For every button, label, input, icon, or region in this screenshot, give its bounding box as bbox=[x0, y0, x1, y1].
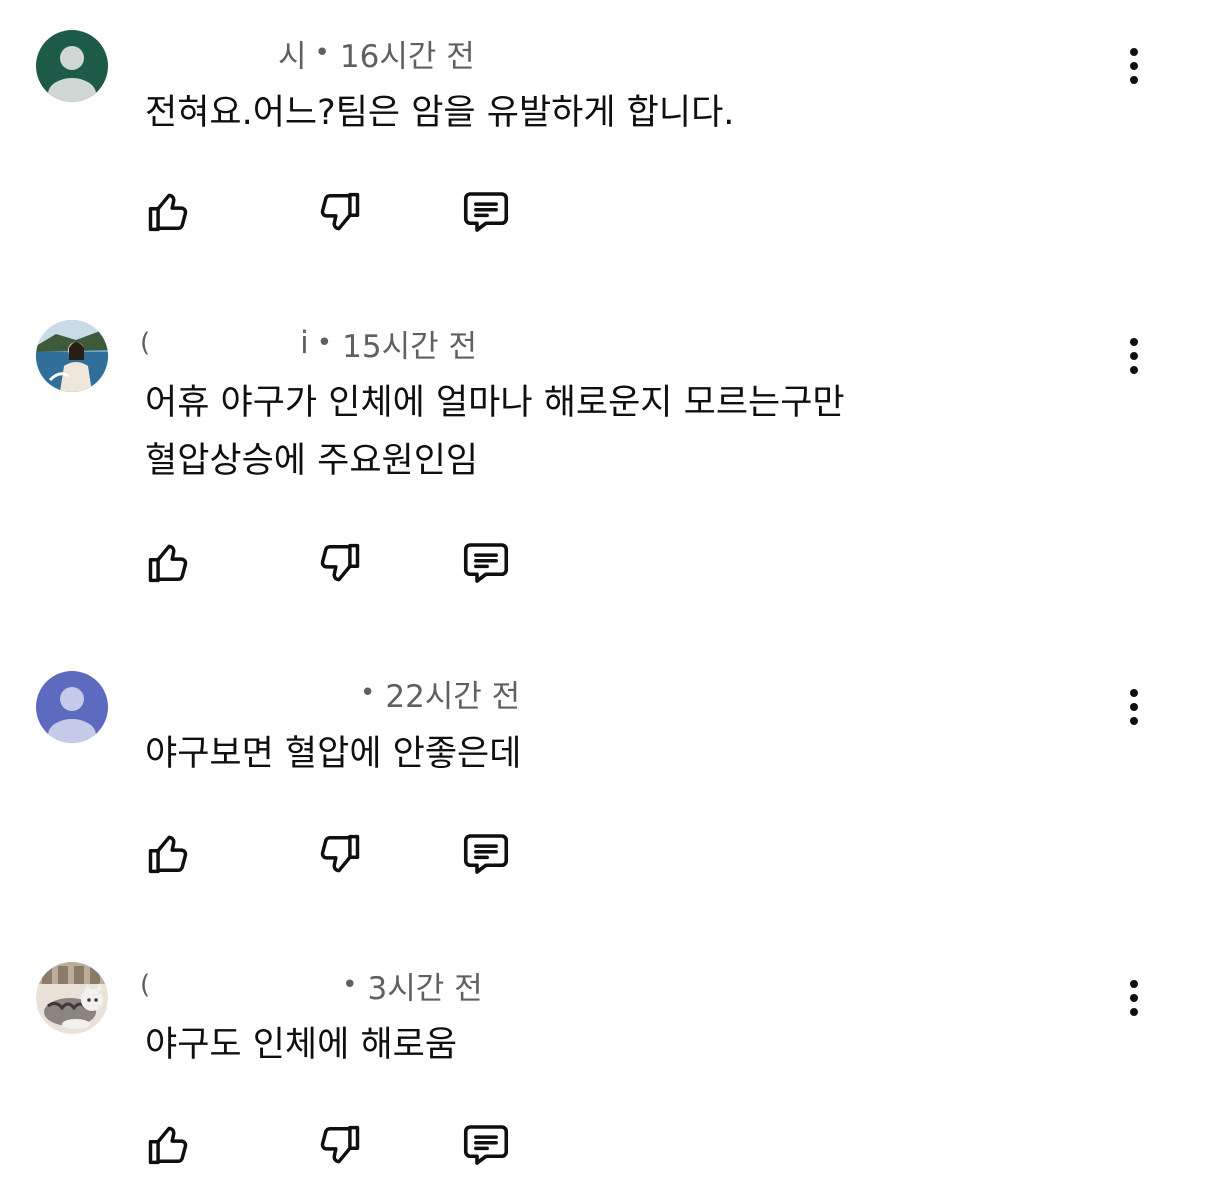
comment-actions bbox=[140, 824, 560, 884]
dislike-button[interactable] bbox=[308, 1115, 368, 1175]
author-name[interactable]: i bbox=[300, 325, 309, 361]
like-button[interactable] bbox=[140, 533, 200, 593]
comment-meta: 시 • 16시간 전 bbox=[140, 28, 475, 78]
more-vertical-icon bbox=[1130, 980, 1138, 988]
dot-separator: • bbox=[360, 678, 376, 708]
comment-text: 야구도 인체에 해로움 bbox=[145, 1016, 457, 1074]
dot-separator: • bbox=[316, 328, 333, 358]
thumbs-down-icon bbox=[320, 1125, 360, 1164]
dot-separator: • bbox=[342, 970, 358, 1000]
avatar[interactable] bbox=[36, 962, 108, 1034]
thumbs-down-icon bbox=[320, 192, 360, 231]
dislike-button[interactable] bbox=[308, 182, 368, 242]
comment-actions bbox=[140, 182, 560, 242]
reply-comment-icon bbox=[463, 834, 509, 874]
like-button[interactable] bbox=[140, 182, 200, 242]
reply-button[interactable] bbox=[456, 824, 516, 884]
thumbs-down-icon bbox=[320, 543, 360, 582]
more-vertical-icon bbox=[1130, 338, 1138, 346]
avatar[interactable] bbox=[36, 30, 108, 102]
comment-meta: • 22시간 전 bbox=[140, 668, 520, 718]
timestamp[interactable]: 22시간 전 bbox=[385, 671, 520, 716]
dislike-button[interactable] bbox=[308, 824, 368, 884]
more-options-button[interactable] bbox=[1112, 968, 1156, 1028]
dot-separator: • bbox=[314, 38, 330, 68]
reply-button[interactable] bbox=[456, 182, 516, 242]
comment-line: 어휴 야구가 인체에 얼마나 해로운지 모르는구만 bbox=[145, 383, 845, 423]
comment-actions bbox=[140, 1115, 560, 1175]
reply-button[interactable] bbox=[456, 1115, 516, 1175]
more-options-button[interactable] bbox=[1112, 677, 1156, 737]
comment-actions bbox=[140, 533, 560, 593]
more-vertical-icon bbox=[1130, 48, 1138, 56]
thumbs-up-icon bbox=[148, 1126, 188, 1165]
more-options-button[interactable] bbox=[1112, 36, 1156, 96]
avatar[interactable] bbox=[36, 671, 108, 743]
comment-text: 어휴 야구가 인체에 얼마나 해로운지 모르는구만 혈압상승에 주요원인임 bbox=[145, 374, 845, 490]
reply-comment-icon bbox=[463, 543, 509, 583]
author-name[interactable]: 시 bbox=[278, 31, 307, 76]
comment-meta: ( • 3시간 전 bbox=[140, 960, 483, 1010]
avatar[interactable] bbox=[36, 320, 108, 392]
like-button[interactable] bbox=[140, 1115, 200, 1175]
reply-comment-icon bbox=[463, 192, 509, 232]
thumbs-up-icon bbox=[148, 544, 188, 583]
thumbs-up-icon bbox=[148, 193, 188, 232]
comment-meta: ( i • 15시간 전 bbox=[140, 318, 477, 368]
timestamp[interactable]: 16시간 전 bbox=[340, 31, 475, 76]
comment-text: 야구보면 혈압에 안좋은데 bbox=[145, 725, 521, 783]
reply-button[interactable] bbox=[456, 533, 516, 593]
thumbs-up-icon bbox=[148, 835, 188, 874]
thumbs-down-icon bbox=[320, 834, 360, 873]
more-vertical-icon bbox=[1130, 689, 1138, 697]
reply-comment-icon bbox=[463, 1125, 509, 1165]
timestamp[interactable]: 15시간 전 bbox=[342, 321, 477, 366]
more-options-button[interactable] bbox=[1112, 326, 1156, 386]
like-button[interactable] bbox=[140, 824, 200, 884]
comment-text: 전혀요.어느?팀은 암을 유발하게 합니다. bbox=[145, 84, 734, 142]
comment-line: 혈압상승에 주요원인임 bbox=[145, 441, 479, 481]
dislike-button[interactable] bbox=[308, 533, 368, 593]
timestamp[interactable]: 3시간 전 bbox=[368, 963, 483, 1008]
author-name-start[interactable]: ( bbox=[140, 970, 150, 1000]
comment-line: 야구도 인체에 해로움 bbox=[145, 1025, 458, 1065]
comment-line: 전혀요.어느?팀은 암을 유발하게 합니다. bbox=[145, 93, 735, 133]
author-name-start[interactable]: ( bbox=[140, 328, 150, 358]
comment-line: 야구보면 혈압에 안좋은데 bbox=[145, 734, 522, 774]
